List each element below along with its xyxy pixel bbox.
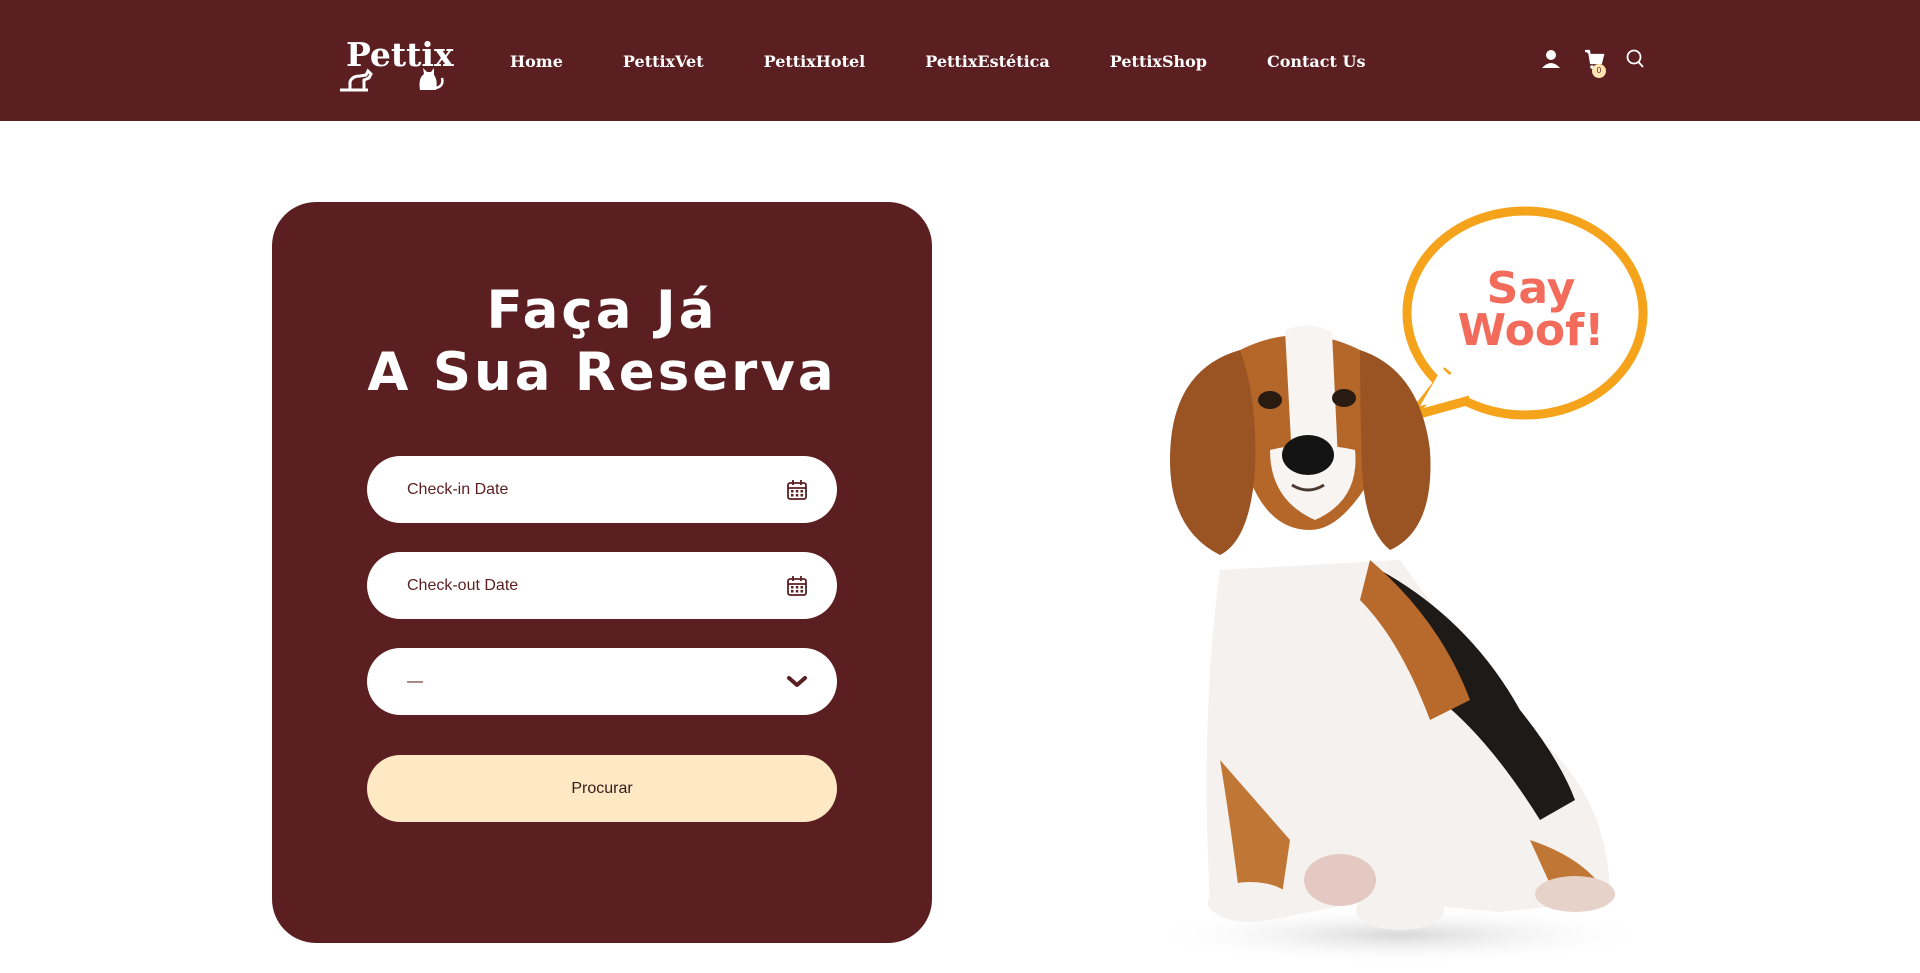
checkout-date-label: Check-out Date — [407, 577, 519, 594]
checkin-date-field[interactable]: Check-in Date — [367, 456, 837, 523]
room-type-select[interactable]: — — [367, 648, 837, 715]
select-value: — — [407, 673, 423, 690]
bubble-line1: Say — [1486, 263, 1576, 314]
chevron-down-icon — [787, 676, 807, 687]
nav-pettixshop[interactable]: PettixShop — [1110, 50, 1207, 74]
bubble-line2: Woof! — [1457, 305, 1605, 356]
nav-pettixvet[interactable]: PettixVet — [623, 50, 704, 74]
pettix-logo[interactable]: Pettix — [338, 38, 454, 94]
booking-card: Faça Já A Sua Reserva Check-in Date Chec… — [272, 202, 932, 943]
booking-title-line2: A Sua Reserva — [367, 342, 837, 403]
calendar-icon — [787, 576, 807, 596]
say-woof-text: Say Woof! — [1436, 263, 1626, 356]
main-nav: Home PettixVet PettixHotel PettixEstétic… — [510, 50, 1425, 74]
nav-pettixhotel[interactable]: PettixHotel — [764, 50, 866, 74]
pet-silhouettes-icon — [340, 68, 444, 92]
checkin-date-label: Check-in Date — [407, 481, 509, 498]
top-navigation-bar: Pettix Home PettixVet PettixHotel Pettix… — [0, 0, 1920, 121]
search-icon[interactable] — [1624, 48, 1646, 72]
booking-title: Faça Já A Sua Reserva — [272, 280, 932, 404]
user-icon[interactable] — [1540, 48, 1562, 72]
procurar-button[interactable]: Procurar — [367, 755, 837, 822]
nav-pettixestetica[interactable]: PettixEstética — [925, 50, 1050, 74]
cart-count-badge: 0 — [1592, 64, 1606, 78]
nav-contact-us[interactable]: Contact Us — [1267, 50, 1365, 74]
calendar-icon — [787, 480, 807, 500]
booking-title-line1: Faça Já — [486, 280, 718, 341]
checkout-date-field[interactable]: Check-out Date — [367, 552, 837, 619]
nav-home[interactable]: Home — [510, 50, 563, 74]
